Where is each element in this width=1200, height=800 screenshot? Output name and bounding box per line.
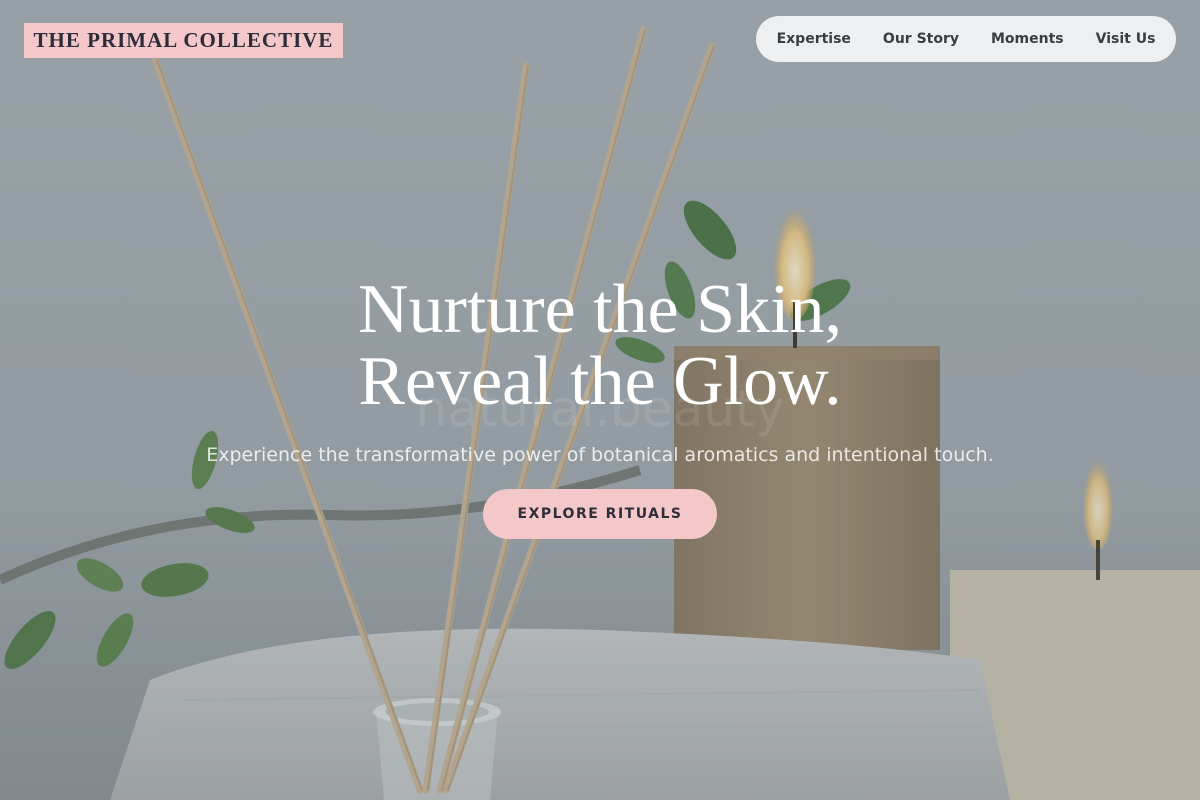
explore-rituals-button[interactable]: EXPLORE RITUALS <box>483 489 717 539</box>
hero-headline-line-1: Nurture the Skin, <box>357 271 843 348</box>
hero-headline: Nurture the Skin, Reveal the Glow. <box>0 274 1200 418</box>
nav-link-our-story[interactable]: Our Story <box>867 31 975 47</box>
main-nav: Expertise Our Story Moments Visit Us <box>756 16 1176 62</box>
nav-link-visit-us[interactable]: Visit Us <box>1080 31 1172 47</box>
hero-subtitle: Experience the transformative power of b… <box>206 444 994 466</box>
hero-section: THE PRIMAL COLLECTIVE Expertise Our Stor… <box>0 0 1200 800</box>
nav-link-expertise[interactable]: Expertise <box>761 31 867 47</box>
hero-headline-line-2: Reveal the Glow. <box>358 343 842 420</box>
nav-link-moments[interactable]: Moments <box>975 31 1080 47</box>
brand-logo[interactable]: THE PRIMAL COLLECTIVE <box>24 23 343 58</box>
